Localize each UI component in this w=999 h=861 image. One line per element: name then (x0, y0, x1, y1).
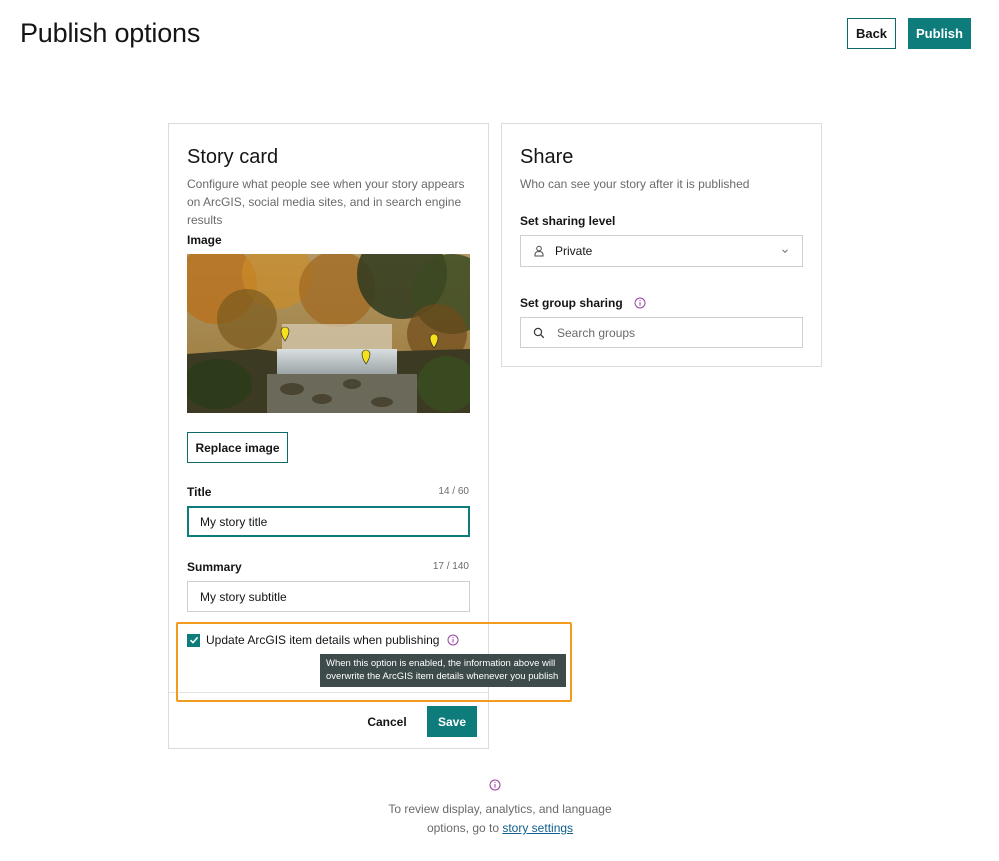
story-card-image (187, 254, 470, 413)
sharing-level-select[interactable]: Private (520, 235, 803, 267)
story-card-title: Story card (187, 146, 279, 168)
info-icon (489, 779, 501, 791)
publish-button[interactable]: Publish (908, 18, 971, 49)
summary-label: Summary (187, 560, 242, 574)
waterfall-forest-image (187, 254, 470, 413)
summary-input[interactable]: My story subtitle (187, 581, 470, 612)
sharing-level-label: Set sharing level (520, 214, 616, 228)
title-counter: 14 / 60 (438, 486, 469, 497)
chevron-down-icon (780, 246, 790, 256)
update-details-tooltip: When this option is enabled, the informa… (320, 654, 566, 687)
story-card-description: Configure what people see when your stor… (187, 177, 465, 227)
page-title: Publish options (20, 18, 201, 48)
footer-note: To review display, analytics, and langua… (370, 800, 630, 838)
info-icon[interactable] (634, 297, 646, 309)
save-button[interactable]: Save (427, 706, 477, 737)
replace-image-button[interactable]: Replace image (187, 432, 288, 463)
share-description: Who can see your story after it is publi… (520, 177, 750, 191)
title-label: Title (187, 485, 212, 499)
footer-text: To review display, analytics, and langua… (388, 802, 612, 835)
sharing-level-value: Private (555, 244, 593, 258)
search-icon (533, 327, 545, 339)
group-sharing-label-row: Set group sharing (520, 296, 646, 310)
summary-counter: 17 / 140 (432, 561, 469, 572)
share-title: Share (520, 146, 574, 168)
cancel-button[interactable]: Cancel (363, 709, 411, 734)
story-settings-link[interactable]: story settings (502, 821, 573, 835)
group-sharing-label: Set group sharing (520, 296, 623, 310)
title-input[interactable]: My story title (187, 506, 470, 537)
search-groups-placeholder: Search groups (557, 325, 636, 340)
user-icon (533, 245, 545, 257)
back-button[interactable]: Back (847, 18, 896, 49)
image-label: Image (187, 233, 222, 247)
share-panel: Share Who can see your story after it is… (501, 123, 822, 367)
search-groups-input[interactable]: Search groups (520, 317, 803, 348)
